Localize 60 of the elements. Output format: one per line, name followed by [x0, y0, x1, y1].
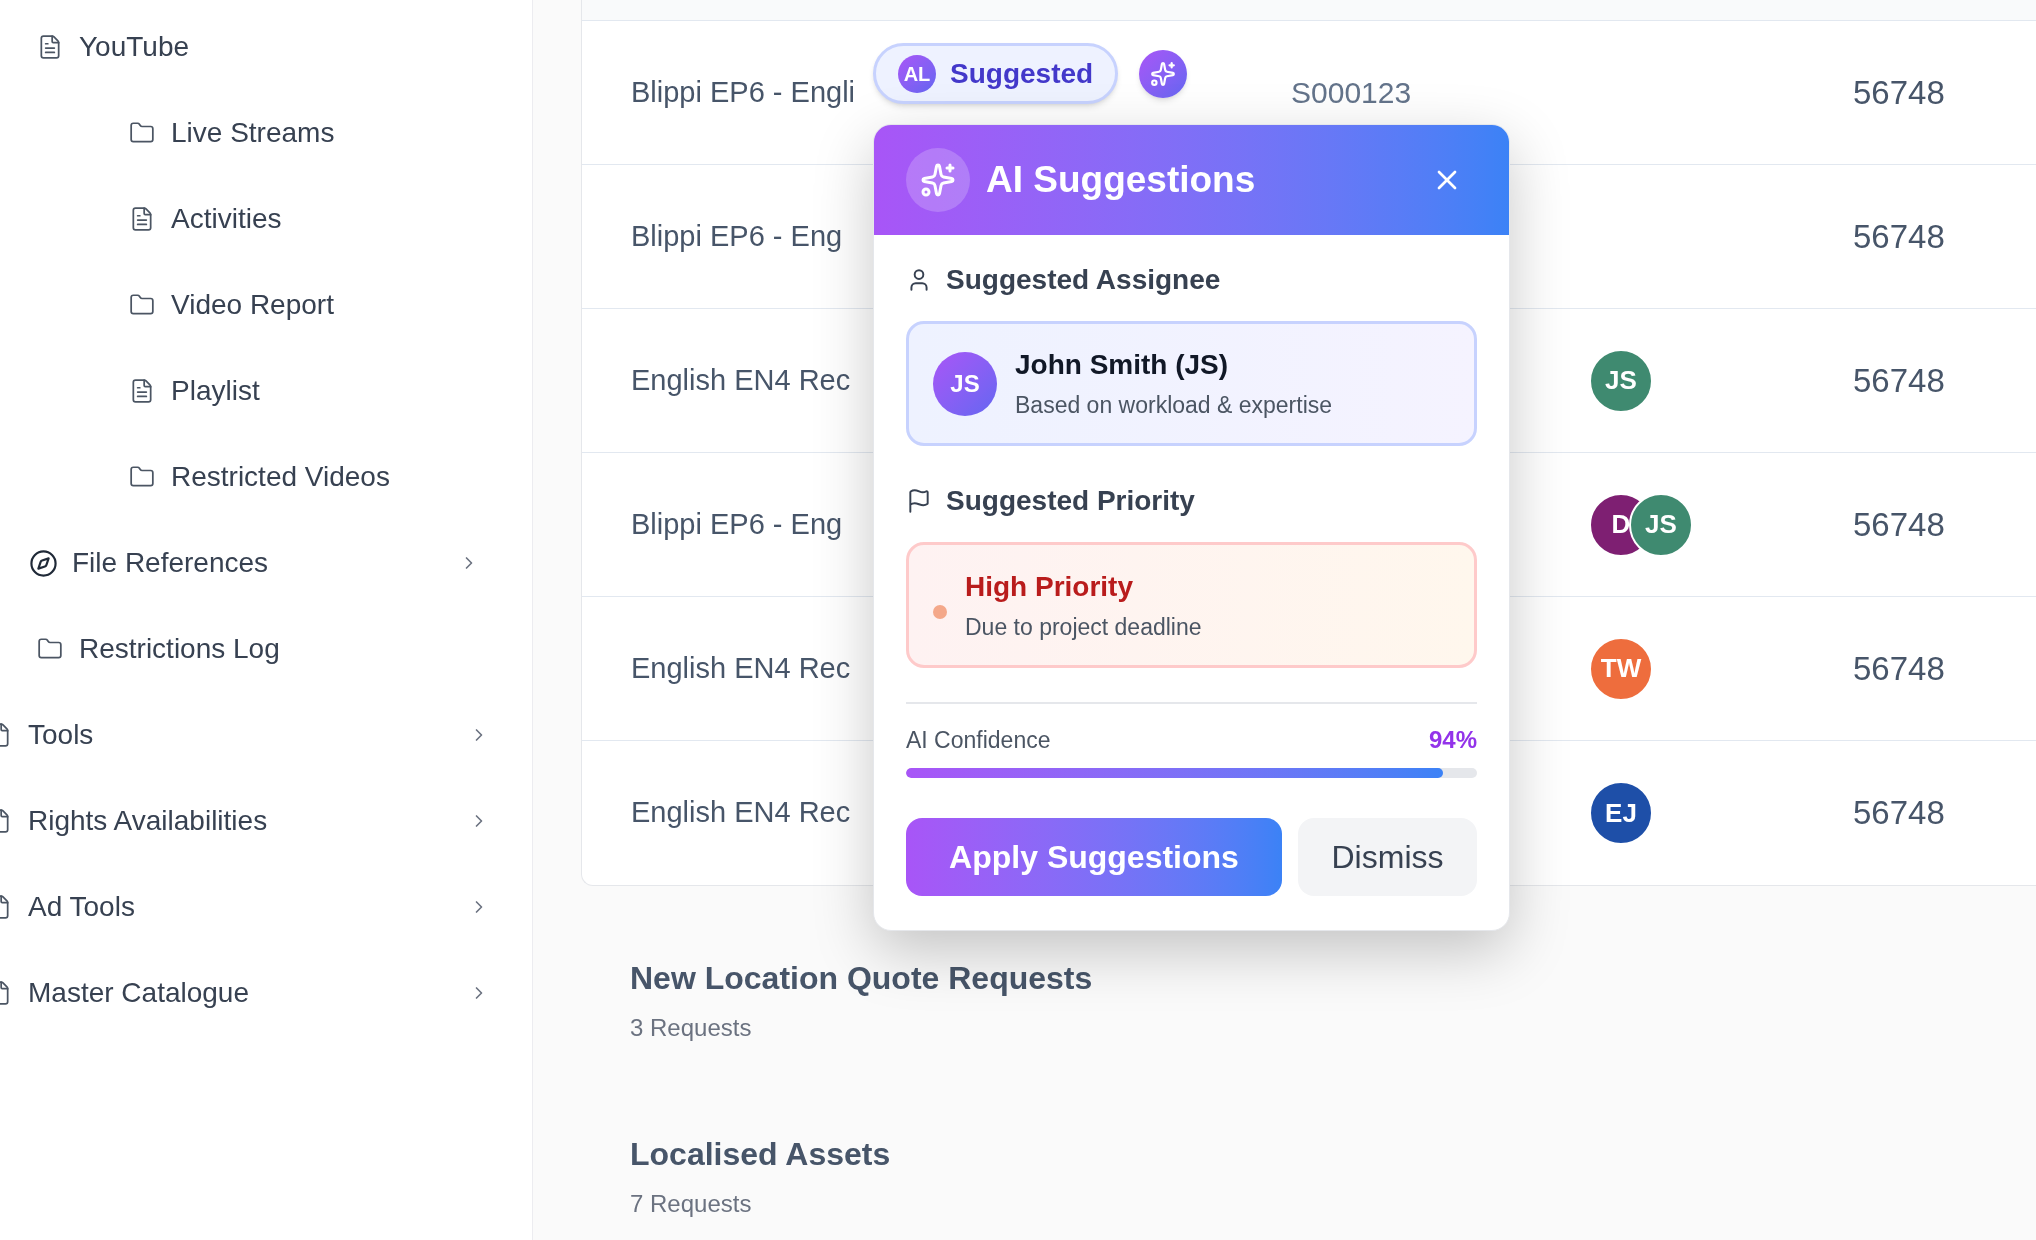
priority-card[interactable]: High Priority Due to project deadline: [906, 542, 1477, 668]
priority-label: High Priority: [965, 569, 1134, 604]
table-cell-text: 56748: [1853, 360, 1945, 401]
folder-icon: [129, 120, 155, 146]
apply-button[interactable]: Apply Suggestions: [906, 818, 1282, 896]
sparkles-icon: [1150, 61, 1176, 87]
assignee-reason: Based on workload & expertise: [1015, 391, 1333, 421]
document-icon: [129, 378, 155, 404]
sidebar-item[interactable]: Restrictions Log: [0, 606, 532, 692]
popup-title: AI Suggestions: [986, 158, 1257, 203]
assignee-name: John Smith (JS): [1015, 348, 1230, 383]
suggested-chip[interactable]: AL Suggested: [873, 43, 1119, 104]
table-cell-text: 56748: [1853, 72, 1945, 113]
folder-icon: [129, 292, 155, 318]
document-icon: [37, 34, 63, 60]
compass-icon: [29, 548, 58, 578]
table-cell: Blippi EP6 - Eng: [631, 219, 843, 252]
sidebar-item[interactable]: Playlist: [0, 348, 532, 434]
document-icon: [129, 206, 155, 232]
folder-icon: [129, 464, 155, 490]
assignee-card[interactable]: JS John Smith (JS) Based on workload & expertise: [906, 321, 1477, 446]
avatar: JS: [1589, 348, 1653, 413]
table-cell: English EN4 Rec: [631, 796, 851, 829]
chip-label: Suggested: [950, 56, 1094, 91]
section-heading: Suggested Priority: [946, 484, 1195, 518]
sidebar-item[interactable]: Rights Availabilities: [0, 778, 532, 864]
folder-icon: [37, 636, 63, 662]
avatar: JS: [1629, 492, 1693, 557]
table-cell-text: 56748: [1853, 648, 1945, 689]
table-cell-text: 56748: [1853, 504, 1945, 545]
flag-icon: [906, 488, 932, 514]
sidebar-item[interactable]: Video Report: [0, 262, 532, 348]
avatar: JS: [933, 351, 997, 416]
confidence-label: AI Confidence: [906, 725, 1051, 755]
avatar: EJ: [1589, 781, 1653, 845]
table-cell: English EN4 Rec: [631, 651, 851, 684]
priority-reason: Due to project deadline: [965, 612, 1202, 642]
table-cell-text: 56748: [1853, 793, 1945, 834]
section-title: New Location Quote Requests: [630, 959, 1094, 998]
sidebar-item[interactable]: Live Streams: [0, 90, 532, 176]
confidence-reading: 94%: [1428, 725, 1477, 755]
table-cell: Blippi EP6 - Engli: [631, 75, 856, 108]
table-cell: Blippi EP6 - Eng: [631, 507, 843, 540]
avatar: TW: [1589, 636, 1653, 701]
sidebar-item[interactable]: Tools: [0, 692, 532, 778]
sidebar-item[interactable]: Ad Tools: [0, 864, 532, 950]
section-count: 3 Requests: [630, 1013, 753, 1043]
sidebar-item[interactable]: YouTube: [0, 4, 532, 90]
sidebar-item[interactable]: Restricted Videos: [0, 434, 532, 520]
sidebar-item[interactable]: Master Catalogue: [0, 950, 532, 1036]
table-cell-text: 56748: [1853, 216, 1945, 257]
table-cell: English EN4 Rec: [631, 363, 851, 396]
sidebar-item[interactable]: File References: [0, 520, 532, 606]
section-title: Localised Assets: [630, 1135, 892, 1174]
dismiss-button[interactable]: Dismiss: [1298, 818, 1477, 896]
section-count: 7 Requests: [630, 1189, 753, 1219]
sidebar-item[interactable]: Activities: [0, 176, 532, 262]
section-heading: Suggested Assignee: [946, 263, 1221, 297]
table-cell: S000123: [1291, 76, 1412, 109]
avatar: AL: [898, 54, 936, 93]
